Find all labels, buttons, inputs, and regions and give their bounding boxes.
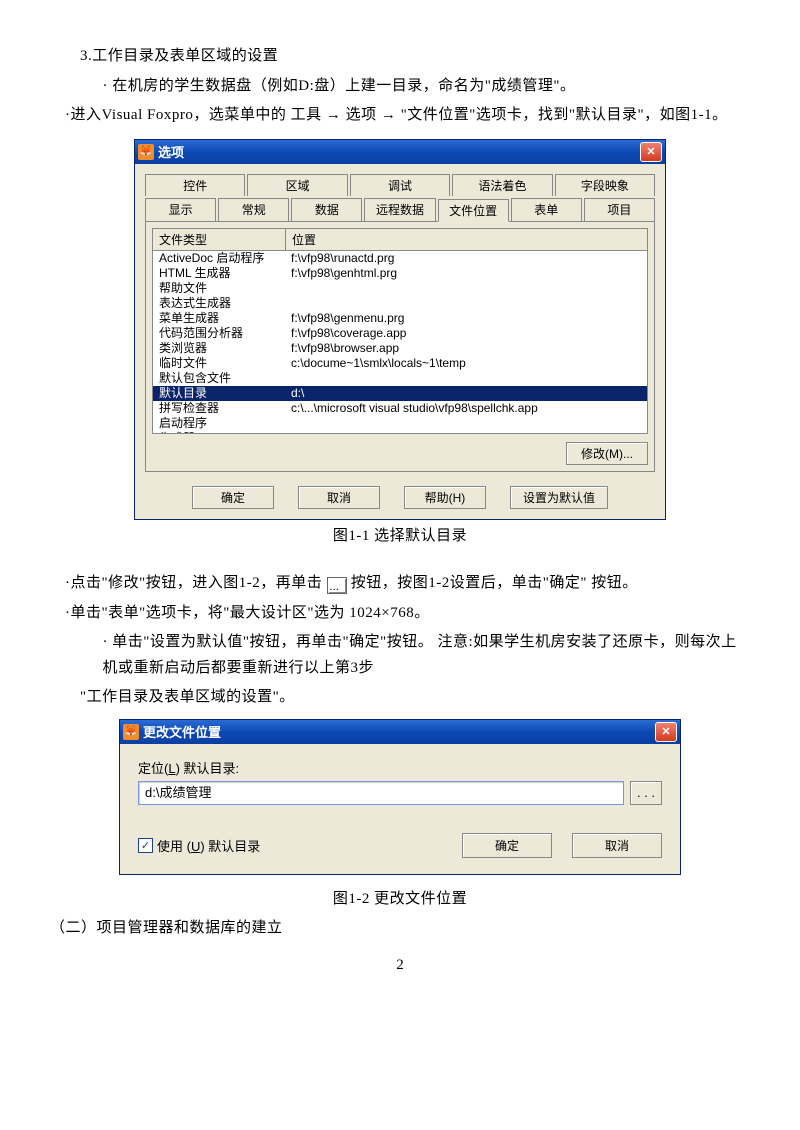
ok-button[interactable]: 确定 — [192, 486, 274, 509]
tab-filelocation[interactable]: 文件位置 — [438, 199, 509, 222]
list-item: 拼写检查器c:\...\microsoft visual studio\vfp9… — [153, 401, 647, 416]
tab-remotedata[interactable]: 远程数据 — [364, 198, 435, 221]
titlebar-2: 🦊 更改文件位置 ✕ — [120, 720, 680, 744]
col-location[interactable]: 位置 — [286, 229, 647, 250]
checkbox-label: 使用 (U) 默认目录 — [157, 836, 260, 855]
app-icon: 🦊 — [123, 724, 139, 740]
cancel-button[interactable]: 取消 — [572, 833, 662, 858]
dialog-title: 选项 — [158, 142, 640, 161]
tab-controls[interactable]: 控件 — [145, 174, 245, 196]
modify-row: 修改(M)... — [152, 442, 648, 465]
para-3: ·点击"修改"按钮，进入图1-2，再单击 按钮，按图1-2设置后，单击"确定" … — [50, 571, 750, 597]
para-5: · 单击"设置为默认值"按钮，再单击"确定"按钮。 注意:如果学生机房安装了还原… — [50, 630, 750, 681]
col-filetype[interactable]: 文件类型 — [153, 229, 286, 250]
setdefault-button[interactable]: 设置为默认值 — [510, 486, 608, 509]
tab-form[interactable]: 表单 — [511, 198, 582, 221]
tab-display[interactable]: 显示 — [145, 198, 216, 221]
page-number: 2 — [50, 957, 750, 974]
list-item: 帮助文件 — [153, 281, 647, 296]
dialog-buttons: 确定 取消 帮助(H) 设置为默认值 — [145, 486, 655, 509]
browse-button[interactable]: . . . — [630, 781, 662, 805]
list-item: 类浏览器f:\vfp98\browser.app — [153, 341, 647, 356]
tab-data[interactable]: 数据 — [291, 198, 362, 221]
change-location-dialog: 🦊 更改文件位置 ✕ 定位(L) 默认目录: d:\成绩管理 . . . ✓ 使… — [119, 719, 681, 875]
list-item: 代码范围分析器f:\vfp98\coverage.app — [153, 326, 647, 341]
list-item: 生成器f:\vfp98\builder.app — [153, 431, 647, 434]
tab-general[interactable]: 常规 — [218, 198, 289, 221]
heading-3: 3.工作目录及表单区域的设置 — [50, 44, 750, 70]
dialog2-title: 更改文件位置 — [143, 722, 655, 741]
list-item: ActiveDoc 启动程序f:\vfp98\runactd.prg — [153, 251, 647, 266]
list-item: 默认包含文件 — [153, 371, 647, 386]
ok-button[interactable]: 确定 — [462, 833, 552, 858]
tab-syntax[interactable]: 语法着色 — [452, 174, 552, 196]
help-button[interactable]: 帮助(H) — [404, 486, 486, 509]
close-icon[interactable]: ✕ — [655, 722, 677, 742]
list-item-selected: 默认目录d:\ — [153, 386, 647, 401]
list-item: 临时文件c:\docume~1\smlx\locals~1\temp — [153, 356, 647, 371]
para-4: ·单击"表单"选项卡，将"最大设计区"选为 1024×768。 — [50, 601, 750, 627]
caption-2: 图1-2 更改文件位置 — [50, 887, 750, 913]
file-list[interactable]: ActiveDoc 启动程序f:\vfp98\runactd.prg HTML … — [152, 251, 648, 434]
list-item: 表达式生成器 — [153, 296, 647, 311]
tabs-bottom-row: 显示 常规 数据 远程数据 文件位置 表单 项目 — [145, 198, 655, 221]
close-icon[interactable]: ✕ — [640, 142, 662, 162]
list-item: 启动程序 — [153, 416, 647, 431]
list-header: 文件类型 位置 — [152, 228, 648, 251]
modify-button[interactable]: 修改(M)... — [566, 442, 648, 465]
options-dialog: 🦊 选项 ✕ 控件 区域 调试 语法着色 字段映象 显示 常规 数据 远程数据 … — [134, 139, 666, 520]
para-6: "工作目录及表单区域的设置"。 — [50, 685, 750, 711]
use-default-checkbox[interactable]: ✓ — [138, 838, 153, 853]
browse-icon — [327, 577, 347, 594]
section-2: （二）项目管理器和数据库的建立 — [50, 916, 750, 942]
list-item: HTML 生成器f:\vfp98\genhtml.prg — [153, 266, 647, 281]
para-1: · 在机房的学生数据盘（例如D:盘）上建一目录，命名为"成绩管理"。 — [50, 74, 750, 100]
tab-project[interactable]: 项目 — [584, 198, 655, 221]
caption-1: 图1-1 选择默认目录 — [50, 524, 750, 550]
app-icon: 🦊 — [138, 144, 154, 160]
locate-label: 定位(L) 默认目录: — [138, 758, 662, 777]
path-input[interactable]: d:\成绩管理 — [138, 781, 624, 805]
tab-region[interactable]: 区域 — [247, 174, 347, 196]
tab-fieldmap[interactable]: 字段映象 — [555, 174, 655, 196]
tabs-top-row: 控件 区域 调试 语法着色 字段映象 — [145, 174, 655, 196]
para-2: ·进入Visual Foxpro，选菜单中的 工具 → 选项 → "文件位置"选… — [50, 103, 750, 129]
tab-debug[interactable]: 调试 — [350, 174, 450, 196]
list-item: 菜单生成器f:\vfp98\genmenu.prg — [153, 311, 647, 326]
file-location-panel: 文件类型 位置 ActiveDoc 启动程序f:\vfp98\runactd.p… — [145, 221, 655, 472]
cancel-button[interactable]: 取消 — [298, 486, 380, 509]
titlebar: 🦊 选项 ✕ — [135, 140, 665, 164]
